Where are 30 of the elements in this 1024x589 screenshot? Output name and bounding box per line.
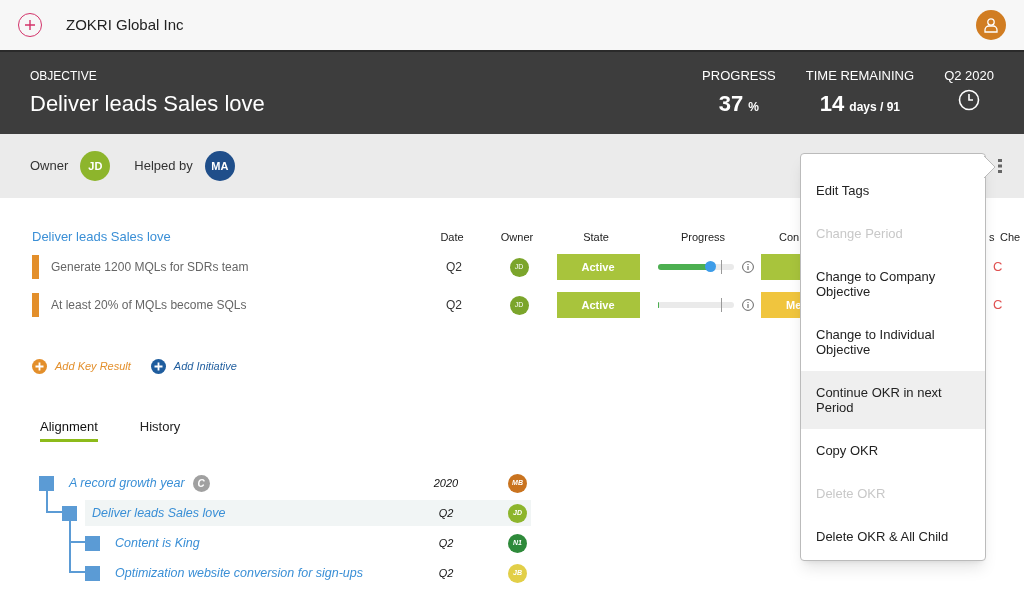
stat-unit: days / 91 [849, 99, 901, 117]
column-header: s [989, 230, 995, 243]
date-cell-text: Q2 [445, 297, 463, 314]
section-label: OBJECTIVE [30, 67, 98, 85]
owner-label: Owner [30, 157, 69, 176]
type-badge: C [192, 474, 210, 492]
date-cell-text: Q2 [437, 565, 455, 581]
stat-unit: % [748, 99, 759, 117]
stat-label: Q2 2020 [944, 66, 994, 85]
helper-label: Helped by [134, 157, 193, 176]
helper-avatar: MA [204, 151, 235, 181]
column-header: Con [779, 230, 800, 243]
column-header: State [583, 230, 609, 243]
date-cell-text: Q2 [437, 505, 455, 521]
date-cell-text: Q2 [445, 259, 463, 276]
column-header: Che [1000, 230, 1021, 243]
check-cell-text: C [993, 296, 1003, 315]
date-cell-text: Q2 [437, 535, 455, 551]
stat-label: TIME REMAINING [805, 66, 915, 85]
column-header: Progress [681, 230, 725, 243]
date-cell-text: 2020 [432, 475, 460, 491]
stat-value: 14 [819, 90, 845, 119]
column-header: Owner [500, 230, 534, 243]
stat-value: 37 [718, 90, 744, 119]
column-header: Date [440, 230, 464, 243]
check-cell-text: C [993, 258, 1003, 277]
stat-label: PROGRESS [702, 66, 776, 85]
owner-avatar: JD [80, 151, 111, 181]
company-name: ZOKRI Global Inc [66, 14, 184, 35]
objective-title: Deliver leads Sales love [30, 89, 265, 118]
